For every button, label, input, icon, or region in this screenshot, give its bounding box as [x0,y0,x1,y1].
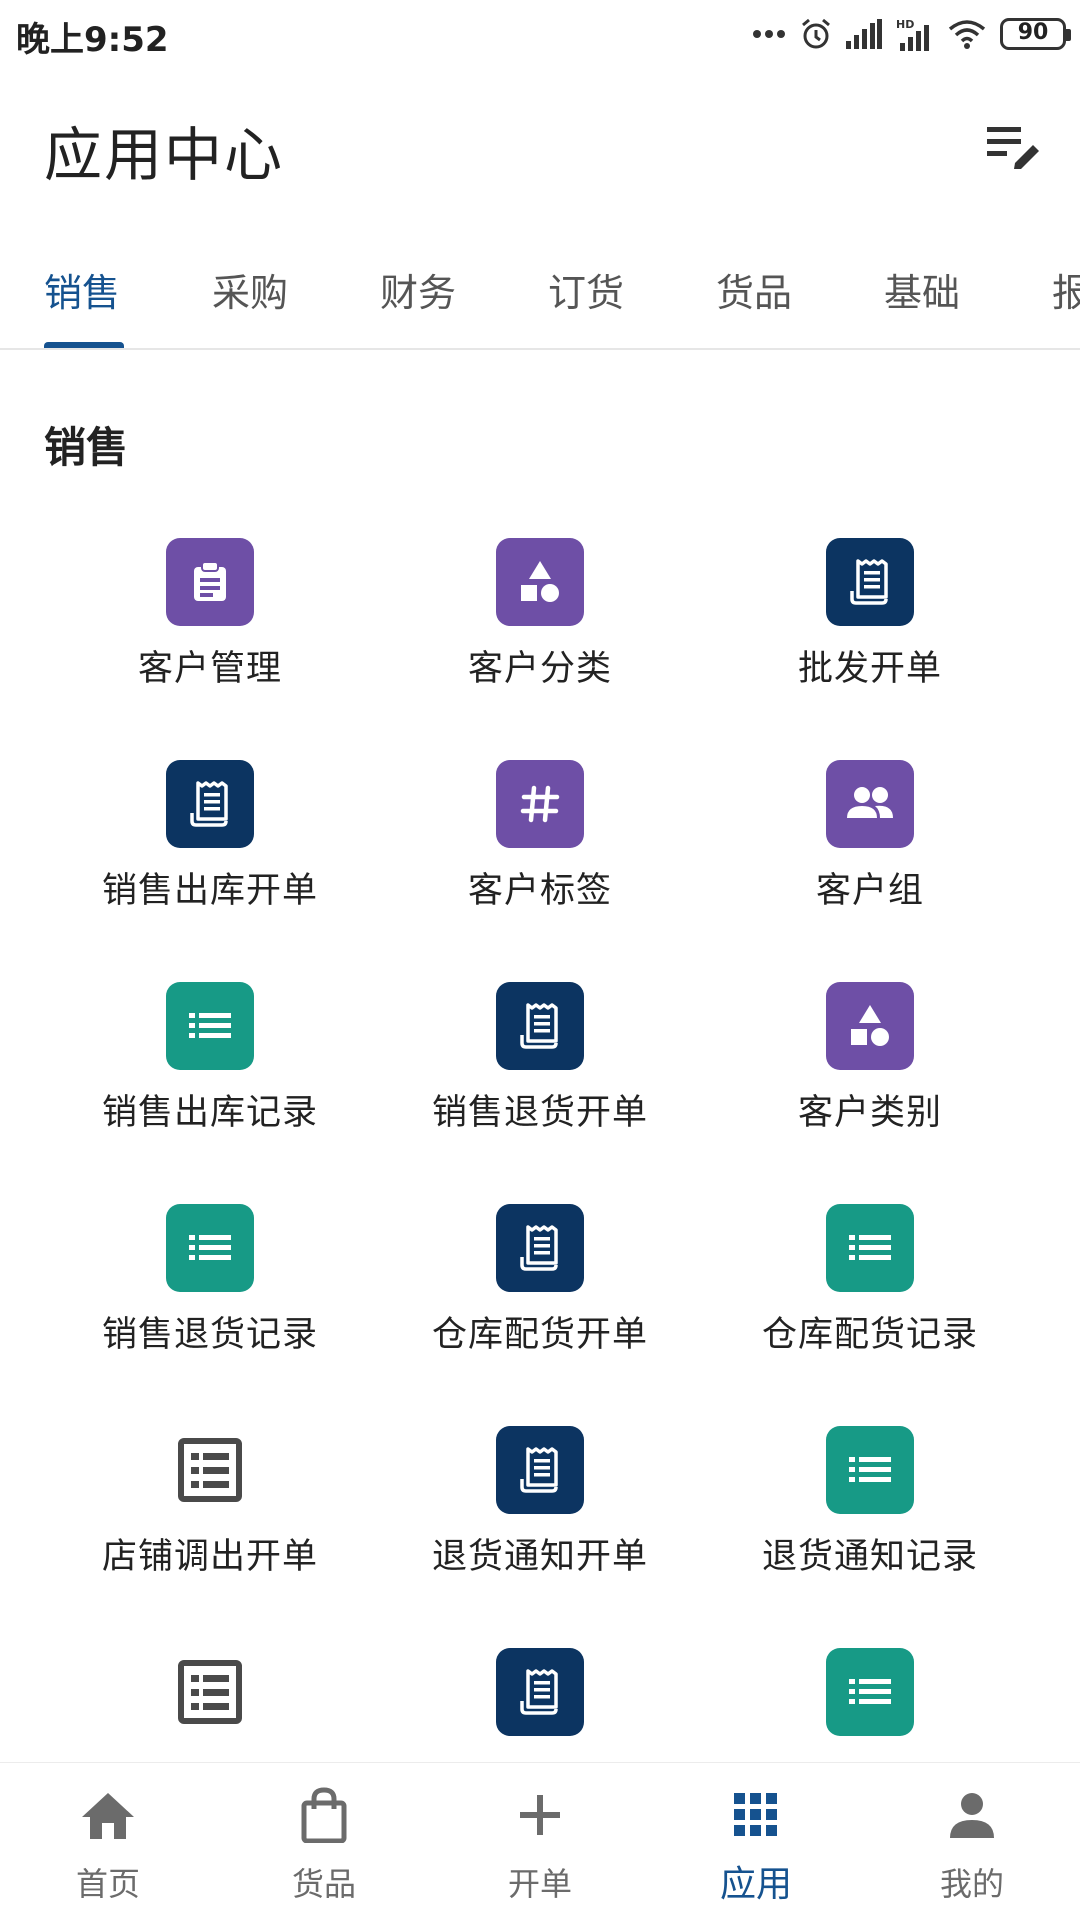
nav-home[interactable]: 首页 [0,1763,216,1920]
list-icon [166,982,254,1070]
app-item[interactable]: 销售出库记录 [45,982,375,1182]
app-label: 销售退货开单 [431,1093,648,1133]
person-icon [942,1785,1002,1845]
app-item[interactable]: 销售退货记录 [45,1204,375,1404]
svg-text:HD: HD [896,18,914,31]
shapes-icon [826,982,914,1070]
page-title: 应用中心 [44,121,285,189]
battery-level: 90 [1017,20,1049,45]
app-item[interactable]: 仓库配货开单 [375,1204,705,1404]
nav-mine[interactable]: 我的 [864,1763,1080,1920]
battery-icon: 90 [1000,18,1071,50]
tab-report[interactable]: 报 [1052,262,1080,317]
app-item[interactable]: 客户分类 [375,538,705,738]
app-label: 仓库配货开单 [431,1315,648,1355]
app-label: 客户组 [815,871,924,911]
receipt-icon [496,1648,584,1736]
nav-apps[interactable]: 应用 [648,1763,864,1920]
shopping-bag-icon [294,1785,354,1845]
app-item[interactable]: 客户管理 [45,538,375,738]
list-icon [826,1204,914,1292]
document-list-icon [166,1648,254,1736]
category-tabs: 销售 采购 财务 订货 货品 基础 报 [0,250,1080,350]
app-label: 退货通知记录 [761,1537,978,1577]
tab-goods[interactable]: 货品 [716,262,792,317]
bottom-nav: 首页 货品 开单 应用 我的 [0,1762,1080,1920]
app-label: 仓库配货记录 [761,1315,978,1355]
nav-goods[interactable]: 货品 [216,1763,432,1920]
edit-list-icon [987,123,1041,173]
tab-sales[interactable]: 销售 [44,262,120,317]
status-bar: 晚上9:52 HD 90 [0,0,1080,70]
tab-purchase[interactable]: 采购 [212,262,288,317]
app-label: 销售出库开单 [101,871,318,911]
list-icon [826,1648,914,1736]
tab-basics[interactable]: 基础 [884,262,960,317]
app-label: 店铺调出开单 [101,1537,318,1577]
nav-label: 货品 [291,1865,356,1903]
signal-icon [846,19,882,49]
status-icons: HD 90 [752,12,1071,56]
more-dots-icon [752,29,786,39]
clipboard-icon [166,538,254,626]
nav-create-order[interactable]: 开单 [432,1763,648,1920]
hd-signal-icon: HD [896,17,934,51]
app-item[interactable]: 批发开单 [705,538,1035,738]
list-icon [826,1426,914,1514]
app-item[interactable]: 退货通知开单 [375,1426,705,1626]
app-item[interactable]: 销售出库开单 [45,760,375,960]
tab-indicator [44,342,124,348]
tab-finance[interactable]: 财务 [380,262,456,317]
hashtag-icon [496,760,584,848]
app-label: 客户分类 [467,649,612,689]
app-label: 批发开单 [797,649,942,689]
receipt-icon [496,1204,584,1292]
receipt-icon [496,1426,584,1514]
section-title: 销售 [44,423,129,472]
receipt-icon [496,982,584,1070]
nav-label: 我的 [939,1865,1004,1903]
app-label: 销售出库记录 [101,1093,318,1133]
apps-grid-icon [726,1785,786,1845]
app-item[interactable]: 仓库配货记录 [705,1204,1035,1404]
app-item[interactable]: 客户类别 [705,982,1035,1182]
app-label: 退货通知开单 [431,1537,648,1577]
app-label: 客户管理 [137,649,282,689]
app-label: 客户标签 [467,871,612,911]
nav-label: 首页 [75,1865,140,1903]
receipt-icon [826,538,914,626]
nav-label: 应用 [719,1864,792,1905]
app-label: 销售退货记录 [101,1315,318,1355]
app-item[interactable]: 销售退货开单 [375,982,705,1182]
group-icon [826,760,914,848]
nav-label: 开单 [507,1865,572,1903]
plus-icon [510,1785,570,1845]
document-list-icon [166,1426,254,1514]
receipt-icon [166,760,254,848]
app-label: 客户类别 [797,1093,942,1133]
wifi-icon [948,19,986,49]
alarm-icon [800,17,832,51]
edit-list-button[interactable] [984,118,1044,178]
tab-order[interactable]: 订货 [548,262,624,317]
shapes-icon [496,538,584,626]
app-item[interactable]: 店铺调出开单 [45,1426,375,1626]
app-item[interactable]: 退货通知记录 [705,1426,1035,1626]
app-item[interactable]: 客户组 [705,760,1035,960]
app-item[interactable]: 客户标签 [375,760,705,960]
home-icon [78,1785,138,1845]
list-icon [166,1204,254,1292]
status-time: 晚上9:52 [16,20,169,60]
